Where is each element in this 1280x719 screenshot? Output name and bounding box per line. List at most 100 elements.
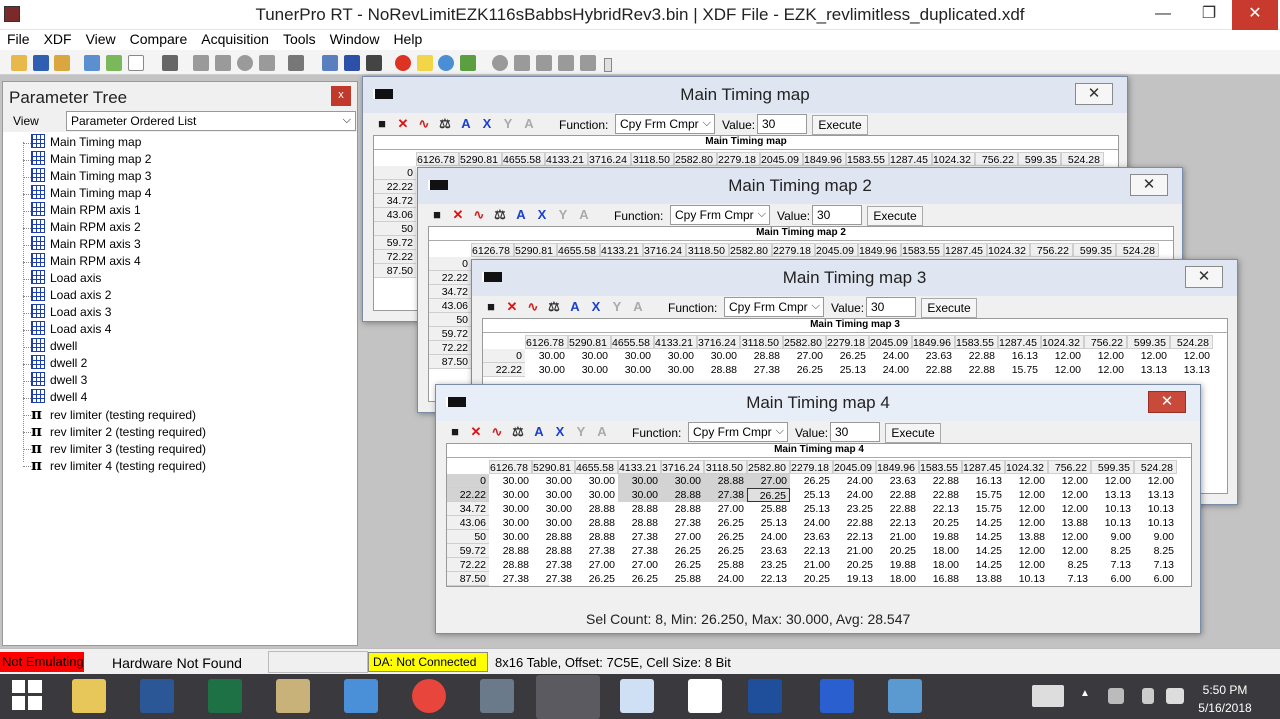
balance-icon[interactable]: ⚖ (547, 300, 561, 314)
table-cell[interactable]: 30.00 (489, 516, 532, 530)
up-arrow-icon[interactable] (193, 55, 209, 71)
tree-item[interactable]: Load axis 3 (31, 304, 111, 321)
table-cell[interactable]: 12.00 (1005, 558, 1048, 572)
save-icon[interactable]: ■ (430, 208, 444, 222)
table-cell[interactable]: 7.13 (1134, 558, 1177, 572)
table-cell[interactable]: 13.13 (1170, 363, 1213, 377)
axis-a-icon[interactable]: A (568, 300, 582, 314)
table-cell[interactable]: 30.00 (575, 474, 618, 488)
table-cell[interactable]: 7.13 (1091, 558, 1134, 572)
table-cell[interactable]: 8.25 (1091, 544, 1134, 558)
save-icon[interactable]: ■ (448, 425, 462, 439)
table-cell[interactable]: 27.00 (575, 558, 618, 572)
window-close-button[interactable]: ✕ (1185, 266, 1223, 288)
table-cell[interactable]: 24.00 (790, 516, 833, 530)
windows-start-icon[interactable] (12, 680, 42, 710)
table-cell[interactable]: 14.25 (962, 530, 1005, 544)
tree-item[interactable]: Main RPM axis 1 (31, 202, 141, 219)
table-cell[interactable]: 25.13 (790, 488, 833, 502)
table-cell[interactable]: 30.00 (532, 516, 575, 530)
tree-item[interactable]: Main Timing map 2 (31, 151, 151, 168)
control-panel-icon[interactable] (344, 679, 378, 713)
table-cell[interactable]: 22.13 (747, 572, 790, 586)
window-title-bar[interactable]: Main Timing map 4 ✕ (436, 385, 1200, 421)
table-cell[interactable]: 12.00 (1005, 474, 1048, 488)
axis-a-icon[interactable]: A (532, 425, 546, 439)
link-icon[interactable] (322, 55, 338, 71)
table-cell[interactable]: 22.13 (790, 544, 833, 558)
table-cell[interactable]: 30.00 (575, 488, 618, 502)
table-cell[interactable]: 24.00 (869, 349, 912, 363)
tree-item[interactable]: Main RPM axis 4 (31, 253, 141, 270)
table-cell[interactable]: 21.00 (876, 530, 919, 544)
table-cell[interactable]: 13.88 (962, 572, 1005, 586)
table-cell[interactable]: 25.13 (747, 516, 790, 530)
table-cell[interactable]: 10.13 (1134, 516, 1177, 530)
axis-a-icon[interactable]: A (459, 117, 473, 131)
table-cell[interactable]: 12.00 (1134, 474, 1177, 488)
parameter-tree-close-button[interactable]: x (331, 86, 351, 106)
table-cell[interactable]: 30.00 (654, 363, 697, 377)
save-icon[interactable] (33, 55, 49, 71)
table-cell[interactable]: 30.00 (568, 363, 611, 377)
window-close-button[interactable]: ✕ (1075, 83, 1113, 105)
table-cell[interactable]: 26.25 (747, 488, 790, 502)
window-title-bar[interactable]: Main Timing map ✕ (363, 77, 1127, 113)
map-app-icon[interactable] (276, 679, 310, 713)
table-cell[interactable]: 6.00 (1134, 572, 1177, 586)
table-cell[interactable]: 28.88 (575, 502, 618, 516)
table-cell[interactable]: 12.00 (1084, 363, 1127, 377)
table-cell[interactable]: 7.13 (1048, 572, 1091, 586)
table-cell[interactable]: 12.00 (1041, 363, 1084, 377)
table-cell[interactable]: 10.13 (1091, 516, 1134, 530)
table-cell[interactable]: 28.88 (575, 516, 618, 530)
table-cell[interactable]: 27.00 (661, 530, 704, 544)
chrome-icon[interactable] (412, 679, 446, 713)
tree-item[interactable]: dwell (31, 338, 77, 355)
execute-button[interactable]: Execute (812, 115, 868, 135)
tunerpro-taskbar-icon[interactable] (536, 675, 600, 719)
table-cell[interactable]: 20.25 (790, 572, 833, 586)
table-cell[interactable]: 8.25 (1048, 558, 1091, 572)
table-cell[interactable]: 12.00 (1041, 349, 1084, 363)
stop-emulation-icon[interactable] (395, 55, 411, 71)
table-cell[interactable]: 15.75 (962, 502, 1005, 516)
value-input[interactable]: 30 (830, 422, 880, 442)
balance-icon[interactable]: ⚖ (438, 117, 452, 131)
close-button[interactable]: ✕ (1232, 0, 1278, 30)
table-cell[interactable]: 28.88 (575, 530, 618, 544)
table-cell[interactable]: 19.88 (919, 530, 962, 544)
table-cell[interactable]: 28.88 (532, 544, 575, 558)
tree-item[interactable]: dwell 3 (31, 372, 87, 389)
tree-item[interactable]: Load axis 2 (31, 287, 111, 304)
table-cell[interactable]: 12.00 (1048, 544, 1091, 558)
function-select[interactable]: Cpy Frm Cmpr ⌵ (615, 114, 715, 134)
script-icon[interactable] (162, 55, 178, 71)
keyboard-icon[interactable] (1032, 685, 1064, 707)
table-cell[interactable]: 26.25 (790, 474, 833, 488)
table-cell[interactable]: 14.25 (962, 516, 1005, 530)
tree-item[interactable]: π rev limiter 3 (testing required) (31, 440, 206, 457)
tree-item[interactable]: Load axis (31, 270, 101, 287)
table-cell[interactable]: 22.88 (955, 349, 998, 363)
record-log-icon[interactable] (492, 55, 508, 71)
table-cell[interactable]: 26.25 (826, 349, 869, 363)
table-cell[interactable]: 12.00 (1127, 349, 1170, 363)
copy-icon[interactable] (259, 55, 275, 71)
table-cell[interactable]: 9.00 (1091, 530, 1134, 544)
table-cell[interactable]: 21.00 (790, 558, 833, 572)
table-cell[interactable]: 8.25 (1134, 544, 1177, 558)
bin-icon[interactable] (84, 55, 100, 71)
table-cell[interactable]: 24.00 (869, 363, 912, 377)
table-cell[interactable]: 24.00 (704, 572, 747, 586)
table-cell[interactable]: 22.88 (912, 363, 955, 377)
save-icon[interactable]: ■ (484, 300, 498, 314)
window-title-bar[interactable]: Main Timing map 2 ✕ (418, 168, 1182, 204)
table-cell[interactable]: 27.38 (532, 572, 575, 586)
table-cell[interactable]: 13.13 (1127, 363, 1170, 377)
menu-view[interactable]: View (79, 30, 123, 49)
table-cell[interactable]: 18.00 (919, 558, 962, 572)
text-a-icon[interactable]: A (631, 300, 645, 314)
table-cell[interactable]: 13.13 (1091, 488, 1134, 502)
table-cell[interactable]: 27.38 (618, 544, 661, 558)
